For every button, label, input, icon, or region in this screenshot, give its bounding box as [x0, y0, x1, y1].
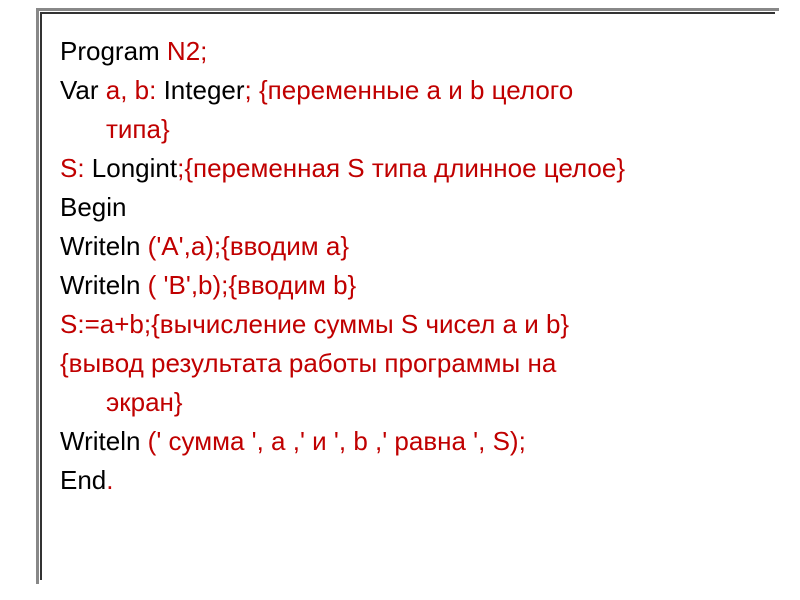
code-line: S:=a+b;{вычисление суммы S чисел a и b}: [60, 305, 770, 344]
code-token: S:=a+b;{вычисление суммы S чисел a и b}: [60, 309, 569, 339]
code-token: ; {переменные a и b целого: [245, 75, 574, 105]
code-line: Writeln ( 'B',b);{вводим b}: [60, 266, 770, 305]
code-token: .: [106, 465, 113, 495]
code-token: Begin: [60, 192, 127, 222]
code-token: типа}: [106, 114, 170, 144]
code-token: N2;: [160, 36, 208, 66]
code-line: Begin: [60, 188, 770, 227]
code-token: (' сумма ', a ,' и ', b ,' равна ', S);: [140, 426, 525, 456]
code-line: Var a, b: Integer; {переменные a и b цел…: [60, 71, 770, 110]
code-token: {вывод результата работы программы на: [60, 348, 556, 378]
code-token: Longint: [92, 153, 177, 183]
decorative-shadow-top: [36, 8, 779, 11]
code-token: S:: [60, 153, 92, 183]
code-token: Writeln: [60, 426, 140, 456]
code-token: Program: [60, 36, 160, 66]
decorative-shadow-left: [36, 8, 39, 584]
code-token: ;{переменная S типа длинное целое}: [177, 153, 625, 183]
code-line: Writeln ('A',a);{вводим a}: [60, 227, 770, 266]
code-token: экран}: [106, 387, 183, 417]
code-token: ( 'B',b);{вводим b}: [140, 270, 356, 300]
code-line: Program N2;: [60, 32, 770, 71]
decorative-border-top: [40, 12, 775, 14]
code-line: {вывод результата работы программы на: [60, 344, 770, 383]
code-token: Integer: [164, 75, 245, 105]
code-token: Var: [60, 75, 99, 105]
code-token: End: [60, 465, 106, 495]
code-content: Program N2;Var a, b: Integer; {переменны…: [60, 20, 770, 500]
slide-container: Program N2;Var a, b: Integer; {переменны…: [0, 0, 800, 600]
code-line: S: Longint;{переменная S типа длинное це…: [60, 149, 770, 188]
code-line: экран}: [60, 383, 770, 422]
code-token: Writeln: [60, 231, 140, 261]
code-token: a, b:: [99, 75, 164, 105]
code-line: Writeln (' сумма ', a ,' и ', b ,' равна…: [60, 422, 770, 461]
code-token: ('A',a);{вводим a}: [140, 231, 349, 261]
code-line: End.: [60, 461, 770, 500]
decorative-border-left: [40, 12, 42, 580]
code-token: Writeln: [60, 270, 140, 300]
code-line: типа}: [60, 110, 770, 149]
